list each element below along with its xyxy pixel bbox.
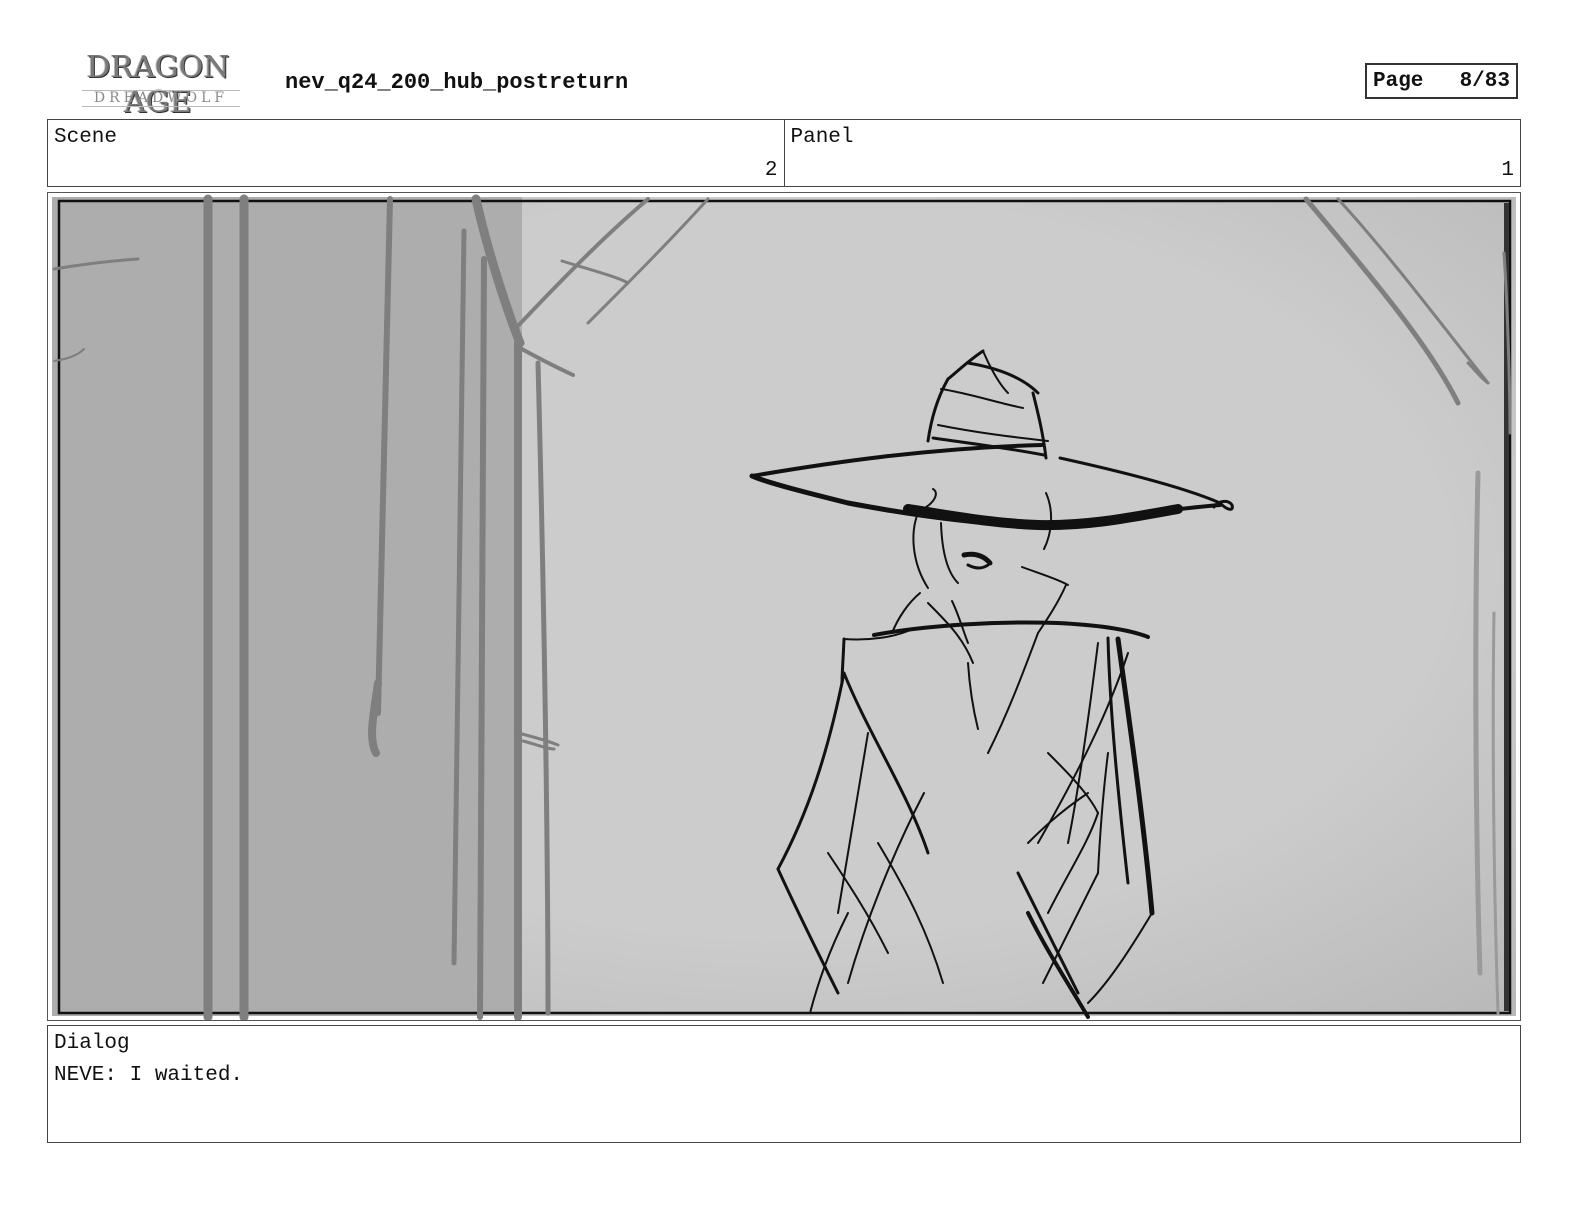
scene-cell: Scene 2 — [48, 120, 784, 186]
storyboard-frame — [47, 192, 1521, 1021]
page-label: Page — [1373, 69, 1424, 93]
dragon-age-logo: DRAGON AGE DREADWOLF — [58, 50, 258, 120]
logo-title: DRAGON AGE — [86, 50, 230, 120]
page-indicator: Page 8/83 — [1365, 63, 1518, 99]
dialog-text: NEVE: I waited. — [54, 1064, 244, 1087]
scene-panel-row: Scene 2 Panel 1 — [47, 119, 1521, 187]
dialog-label: Dialog — [54, 1032, 130, 1055]
scene-label: Scene — [54, 126, 118, 149]
document-title: nev_q24_200_hub_postreturn — [285, 70, 629, 95]
logo-subtitle: DREADWOLF — [82, 90, 240, 107]
wall-shadow — [52, 197, 522, 1016]
page-number: 8/83 — [1459, 69, 1510, 93]
dialog-box: Dialog NEVE: I waited. — [47, 1025, 1521, 1143]
storyboard-sketch — [52, 194, 1516, 1020]
scene-number: 2 — [764, 159, 778, 182]
panel-cell: Panel 1 — [783, 120, 1521, 186]
panel-label: Panel — [790, 126, 854, 149]
panel-number: 1 — [1501, 159, 1514, 182]
